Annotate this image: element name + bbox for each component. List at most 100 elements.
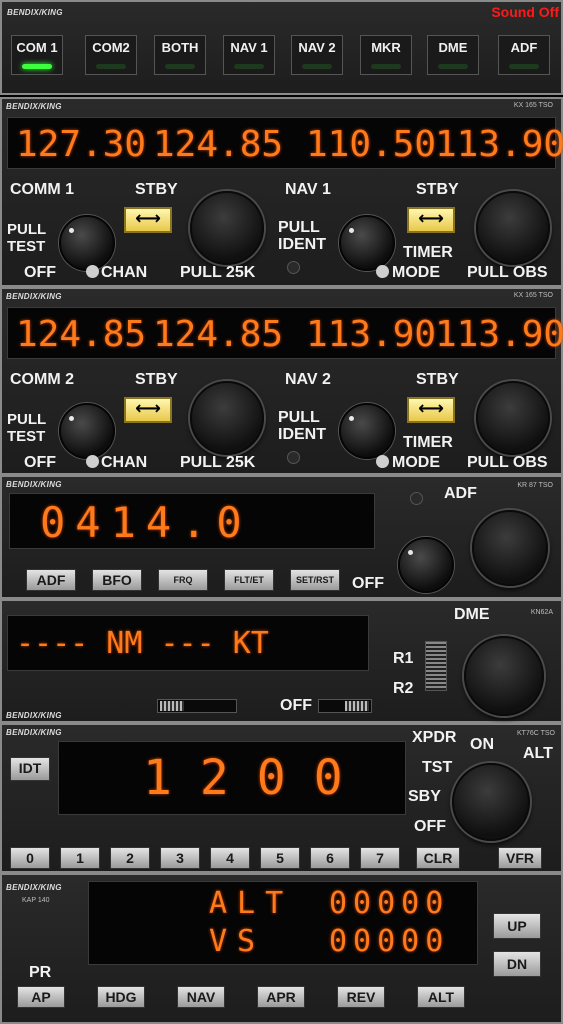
sound-status[interactable]: Sound Off	[491, 4, 559, 20]
xpdr-mode-knob[interactable]	[452, 763, 530, 841]
audio-button-dme[interactable]: DME	[427, 35, 479, 75]
nav-volume-knob[interactable]	[339, 215, 395, 271]
pull-25k-label: PULL 25K	[180, 264, 256, 281]
digit-6-button[interactable]: 6	[310, 847, 350, 869]
audio-button-com2[interactable]: COM2	[85, 35, 137, 75]
dme-title: DME	[454, 606, 490, 623]
dme-off-label: OFF	[280, 697, 312, 714]
range-selector-switch[interactable]	[425, 641, 447, 691]
pull-obs-label: PULL OBS	[467, 454, 548, 471]
dme-panel: ---- NM --- KT DME KN62A R1 R2 OFF BENDI…	[0, 599, 563, 723]
digit-2-button[interactable]: 2	[110, 847, 150, 869]
nav-frequency-knob[interactable]	[476, 191, 550, 265]
hdg-button[interactable]: HDG	[97, 986, 145, 1008]
adf-panel: BENDIX/KING KR 87 TSO 0414.0 ADF OFF ADF…	[0, 475, 563, 599]
audio-button-nav1[interactable]: NAV 1	[223, 35, 275, 75]
nav-active-frequency: 113.90	[306, 314, 437, 355]
chan-button[interactable]	[86, 455, 99, 468]
xpdr-alt-label: ALT	[523, 745, 553, 762]
com-frequency-knob[interactable]	[190, 191, 264, 265]
photocell	[287, 451, 300, 464]
com-frequency-knob[interactable]	[190, 381, 264, 455]
digit-7-button[interactable]: 7	[360, 847, 400, 869]
adf-volume-knob[interactable]	[398, 537, 454, 593]
digit-1-button[interactable]: 1	[60, 847, 100, 869]
led-indicator	[234, 64, 264, 69]
pr-label: PR	[29, 964, 52, 981]
apr-button[interactable]: APR	[257, 986, 305, 1008]
nav-button[interactable]: NAV	[177, 986, 225, 1008]
vs-value: 00000	[329, 924, 450, 959]
com-volume-knob[interactable]	[59, 215, 115, 271]
nav-swap-button[interactable]: ⟷	[407, 207, 455, 233]
brand-logo: BENDIX/KING	[6, 102, 62, 111]
vfr-button[interactable]: VFR	[498, 847, 542, 869]
chan-button[interactable]	[86, 265, 99, 278]
audio-button-both[interactable]: BOTH	[154, 35, 206, 75]
pull-obs-label: PULL OBS	[467, 264, 548, 281]
brand-logo: BENDIX/KING	[6, 728, 62, 737]
nav-swap-button[interactable]: ⟷	[407, 397, 455, 423]
digit-5-button[interactable]: 5	[260, 847, 300, 869]
led-indicator	[96, 64, 126, 69]
model-label: KT76C TSO	[517, 730, 555, 737]
nav-standby-frequency: 113.90	[435, 314, 563, 355]
audio-button-nav2[interactable]: NAV 2	[291, 35, 343, 75]
audio-button-mkr[interactable]: MKR	[360, 35, 412, 75]
adf-frequency-knob[interactable]	[472, 510, 548, 586]
mode-button[interactable]	[376, 455, 389, 468]
com-volume-knob[interactable]	[59, 403, 115, 459]
audio-button-com1[interactable]: COM 1	[11, 35, 63, 75]
adf-mode-button[interactable]: ADF	[26, 569, 76, 591]
vs-label: VS	[209, 924, 266, 959]
off-label: OFF	[24, 264, 56, 281]
photocell	[410, 492, 423, 505]
com-standby-frequency: 124.85	[153, 124, 284, 165]
comm-label: COMM 1	[10, 181, 74, 198]
nav-stby-label: STBY	[416, 371, 459, 388]
mode-button[interactable]	[376, 265, 389, 278]
alt-button[interactable]: ALT	[417, 986, 465, 1008]
clr-button[interactable]: CLR	[416, 847, 460, 869]
com-standby-frequency: 124.85	[153, 314, 284, 355]
com-active-frequency: 124.85	[16, 314, 147, 355]
mode-label: MODE	[392, 264, 440, 281]
autopilot-panel: BENDIX/KING KAP 140 ALT 00000 VS 00000 U…	[0, 873, 563, 1024]
led-indicator	[165, 64, 195, 69]
pull-test-label: PULL TEST	[7, 221, 47, 255]
dme-power-toggle[interactable]	[318, 699, 372, 713]
digit-0-button[interactable]: 0	[10, 847, 50, 869]
nav-volume-knob[interactable]	[339, 403, 395, 459]
model-label: KN62A	[530, 609, 553, 616]
model-label: KR 87 TSO	[517, 482, 553, 489]
flt-et-button[interactable]: FLT/ET	[224, 569, 274, 591]
autopilot-display: ALT 00000 VS 00000	[88, 881, 478, 965]
nav-frequency-knob[interactable]	[476, 381, 550, 455]
dme-toggle-left[interactable]	[157, 699, 237, 713]
dn-button[interactable]: DN	[493, 951, 541, 977]
rev-button[interactable]: REV	[337, 986, 385, 1008]
set-rst-button[interactable]: SET/RST	[290, 569, 340, 591]
bfo-button[interactable]: BFO	[92, 569, 142, 591]
ap-button[interactable]: AP	[17, 986, 65, 1008]
com-swap-button[interactable]: ⟷	[124, 397, 172, 423]
brand-logo: BENDIX/KING	[6, 480, 62, 489]
adf-display: 0414.0	[9, 493, 375, 549]
brand-logo: BENDIX/KING	[6, 711, 62, 720]
dme-display: ---- NM --- KT	[7, 615, 369, 671]
com-stby-label: STBY	[135, 371, 178, 388]
nav-stby-label: STBY	[416, 181, 459, 198]
audio-button-adf[interactable]: ADF	[498, 35, 550, 75]
ident-button[interactable]: IDT	[10, 757, 50, 781]
timer-label: TIMER	[403, 244, 453, 261]
nav-standby-frequency: 113.90	[435, 124, 563, 165]
transponder-panel: BENDIX/KING KT76C TSO IDT 1200 XPDR ON A…	[0, 723, 563, 873]
up-button[interactable]: UP	[493, 913, 541, 939]
com-swap-button[interactable]: ⟷	[124, 207, 172, 233]
frq-button[interactable]: FRQ	[158, 569, 208, 591]
xpdr-tst-label: TST	[422, 759, 453, 776]
digit-3-button[interactable]: 3	[160, 847, 200, 869]
digit-4-button[interactable]: 4	[210, 847, 250, 869]
xpdr-off-label: OFF	[414, 818, 446, 835]
dme-knob[interactable]	[464, 636, 544, 716]
